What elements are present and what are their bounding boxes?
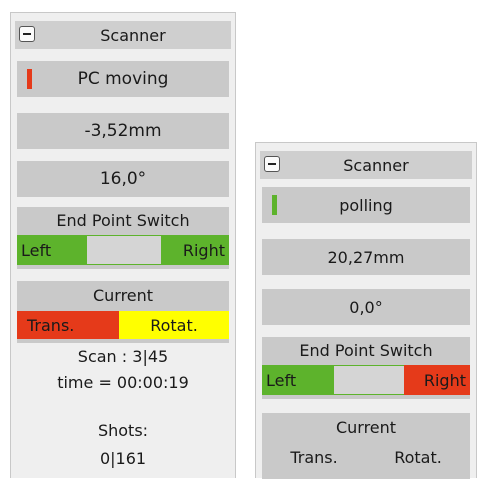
end-point-switch-label: End Point Switch: [56, 210, 190, 230]
collapse-button[interactable]: [19, 26, 35, 42]
status-box: PC moving: [17, 61, 229, 97]
current-section: Current Trans. Rotat.: [17, 281, 229, 343]
angle-value: 0,0°: [349, 297, 383, 317]
minus-icon: [23, 33, 31, 35]
panel-title: Scanner: [343, 155, 409, 175]
end-point-switch-row: Left Right: [17, 235, 229, 265]
panel-header: Scanner: [260, 151, 472, 179]
end-point-switch: End Point Switch Left Right: [262, 337, 470, 399]
current-row: Trans. Rotat.: [17, 311, 229, 339]
shots-label: Shots:: [97, 421, 149, 440]
status-indicator-icon: [27, 69, 32, 89]
collapse-button[interactable]: [264, 156, 280, 172]
current-label: Current: [92, 285, 154, 305]
position-value: 20,27mm: [327, 247, 405, 267]
trans-indicator: Trans.: [262, 443, 366, 471]
scanner-panel-1: Scanner PC moving -3,52mm 16,0° End Poin…: [10, 12, 236, 478]
angle-display: 0,0°: [262, 289, 470, 325]
end-point-switch: End Point Switch Left Right: [17, 207, 229, 269]
right-switch: Right: [161, 235, 229, 265]
rotat-label: Rotat.: [150, 315, 198, 335]
panel-title: Scanner: [100, 25, 166, 45]
rotat-label: Rotat.: [394, 447, 442, 467]
angle-value: 16,0°: [99, 169, 147, 189]
left-switch: Left: [17, 235, 87, 265]
status-indicator-icon: [272, 195, 277, 215]
scan-count: Scan : 3|45: [77, 347, 169, 366]
scanner-panel-2: Scanner polling 20,27mm 0,0° End Point S…: [255, 142, 477, 479]
right-switch-label: Right: [423, 370, 466, 390]
left-switch: Left: [262, 365, 334, 395]
minus-icon: [268, 163, 276, 165]
trans-label: Trans.: [290, 447, 338, 467]
current-label: Current: [335, 417, 397, 437]
current-section: Current Trans. Rotat.: [262, 413, 470, 479]
right-switch: Right: [404, 365, 470, 395]
switch-gap: [87, 235, 161, 265]
rotat-indicator: Rotat.: [366, 443, 470, 471]
status-text: PC moving: [77, 69, 169, 89]
end-point-switch-row: Left Right: [262, 365, 470, 395]
trans-label: Trans.: [27, 315, 75, 335]
status-text: polling: [339, 195, 393, 215]
position-display: 20,27mm: [262, 239, 470, 275]
status-box: polling: [262, 187, 470, 223]
trans-indicator: Trans.: [17, 311, 119, 339]
position-value: -3,52mm: [84, 121, 162, 141]
angle-display: 16,0°: [17, 161, 229, 197]
rotat-indicator: Rotat.: [119, 311, 229, 339]
switch-gap: [334, 365, 404, 395]
panel-header: Scanner: [15, 21, 231, 49]
left-switch-label: Left: [21, 240, 52, 260]
end-point-switch-label: End Point Switch: [299, 340, 433, 360]
shots-value: 0|161: [99, 449, 147, 468]
right-switch-label: Right: [182, 240, 225, 260]
elapsed-time: time = 00:00:19: [57, 373, 189, 392]
position-display: -3,52mm: [17, 113, 229, 149]
current-row: Trans. Rotat.: [262, 443, 470, 471]
left-switch-label: Left: [266, 370, 297, 390]
